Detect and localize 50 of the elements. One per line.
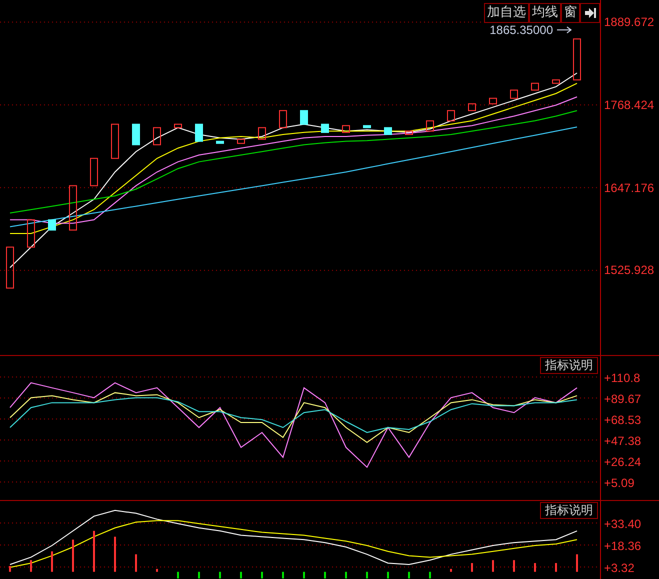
candlestick [90, 158, 98, 186]
candlestick [6, 246, 14, 289]
axis-tick-label: +18.36 [604, 538, 642, 554]
candlestick [300, 110, 308, 125]
candlestick [174, 124, 182, 128]
candlestick [321, 124, 329, 133]
candlestick [216, 140, 224, 144]
candlestick [342, 125, 350, 133]
candlestick [195, 124, 203, 142]
axis-tick-label: 1889.672 [604, 14, 654, 30]
candlestick [405, 130, 413, 135]
axis-tick-label: 1647.176 [604, 180, 654, 196]
candlestick [426, 120, 434, 132]
candlestick [573, 38, 581, 80]
candlestick [69, 185, 77, 231]
candlestick [153, 127, 161, 146]
candlestick [111, 124, 119, 159]
candlestick [258, 127, 266, 140]
axis-tick-label: +5.09 [604, 475, 634, 492]
toolbar-button[interactable]: 均线 [529, 3, 561, 23]
collapse-button[interactable] [580, 3, 600, 23]
candlestick [489, 98, 497, 104]
candlestick [447, 110, 455, 122]
candlestick [510, 90, 518, 99]
candlestick [531, 82, 539, 91]
axis-tick-label: 1768.424 [604, 96, 654, 113]
axis-tick-label: +68.53 [604, 412, 642, 428]
candlestick [384, 127, 392, 135]
arrow-icon [556, 26, 572, 34]
axis-tick-label: +33.40 [604, 516, 642, 532]
toolbar-button[interactable]: 加自选 [484, 3, 529, 23]
price-annotation: 1865.35000 [490, 22, 553, 37]
candlestick [552, 79, 560, 84]
indicator-help-button[interactable]: 指标说明 [540, 357, 598, 374]
toolbar-button[interactable]: 窗 [561, 3, 580, 23]
axis-tick-label: +110.8 [604, 370, 640, 386]
arrow-bar-icon [584, 7, 596, 19]
indicator-help-button[interactable]: 指标说明 [540, 502, 598, 519]
candlestick [279, 110, 287, 128]
candlestick [237, 138, 245, 144]
candlestick [363, 125, 371, 128]
axis-tick-label: +26.24 [604, 454, 642, 470]
axis-tick-label: +47.38 [604, 433, 642, 450]
candlestick [27, 219, 35, 248]
candlestick [468, 103, 476, 112]
axis-tick-label: 1525.928 [604, 262, 654, 278]
candlestick [132, 124, 140, 146]
axis-tick-label: +3.32 [604, 560, 634, 576]
candlestick [48, 219, 56, 231]
axis-tick-label: +89.67 [604, 391, 642, 408]
